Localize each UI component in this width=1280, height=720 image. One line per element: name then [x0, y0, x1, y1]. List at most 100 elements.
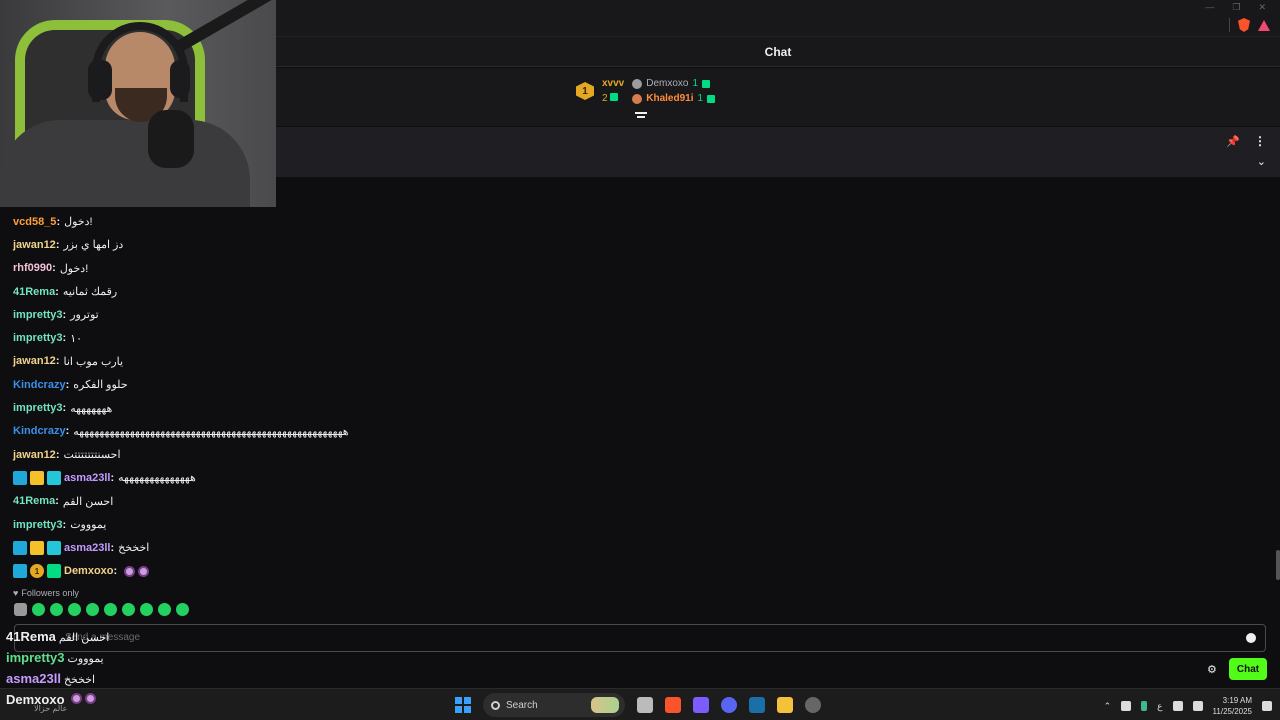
brave-browser-icon[interactable] — [665, 697, 681, 713]
clock[interactable]: 3:19 AM 11/25/2025 — [1213, 695, 1252, 717]
clock-date: 11/25/2025 — [1212, 707, 1252, 716]
minimize-button[interactable]: — — [1205, 2, 1214, 13]
chat-separator: : — [62, 402, 67, 415]
pin-icon[interactable]: 📌 — [1226, 135, 1240, 148]
leaderboard-count: 1 — [692, 78, 699, 89]
language-indicator[interactable]: ع — [1157, 701, 1162, 712]
leaderboard-first-name[interactable]: xvvv — [602, 76, 624, 91]
chat-message: 1 Demxoxo: — [13, 559, 713, 582]
emote-icon[interactable] — [14, 603, 27, 616]
chat-username[interactable]: impretty3 — [13, 402, 63, 414]
chat-username[interactable]: impretty3 — [13, 519, 63, 531]
leaderboard-row[interactable]: Khaled91i 1 — [632, 91, 716, 106]
brave-shield-icon[interactable] — [1238, 18, 1250, 32]
chat-separator: : — [65, 425, 70, 438]
emote-icon[interactable] — [140, 603, 153, 616]
emote-icon[interactable] — [176, 603, 189, 616]
chat-text: احسن القم — [62, 495, 114, 508]
chat-username[interactable]: 41Rema — [13, 286, 55, 298]
vip-badge-icon — [47, 470, 61, 485]
gift-icon — [702, 79, 711, 88]
emote-icon[interactable] — [50, 603, 63, 616]
heart-icon: ♥ — [13, 588, 19, 598]
emote-icon[interactable] — [122, 603, 135, 616]
emote-icon[interactable] — [32, 603, 45, 616]
chat-separator: : — [55, 448, 60, 461]
chat-username[interactable]: jawan12 — [13, 355, 56, 367]
emote-icon — [124, 565, 136, 577]
chat-scrollbar[interactable] — [1276, 550, 1280, 580]
discord-icon[interactable] — [721, 697, 737, 713]
emote-icon[interactable] — [86, 603, 99, 616]
close-button[interactable]: ✕ — [1258, 2, 1266, 13]
obs-icon[interactable] — [805, 697, 821, 713]
microphone — [148, 110, 194, 168]
chat-username[interactable]: impretty3 — [13, 309, 63, 321]
gear-icon[interactable]: ⚙ — [1207, 663, 1217, 676]
cloud-icon[interactable] — [1121, 701, 1132, 711]
overlay-user: 41Rema — [6, 629, 56, 644]
chat-text: دخول! — [64, 216, 93, 229]
followers-only-notice: ♥ Followers only — [13, 588, 79, 598]
chat-text: يموووت — [70, 519, 107, 531]
chevron-down-icon[interactable]: ⌄ — [1257, 155, 1266, 168]
chat-username[interactable]: rhf0990 — [13, 262, 52, 274]
webcam-feed — [0, 0, 276, 207]
chat-message: jawan12: احسنتتتتتتتت — [13, 443, 713, 466]
steam-icon[interactable] — [749, 697, 765, 713]
taskbar-search[interactable]: Search — [483, 693, 625, 717]
chat-message: impretty3: يموووت — [13, 513, 713, 536]
send-chat-button[interactable]: Chat — [1229, 658, 1267, 680]
maximize-button[interactable]: ❐ — [1232, 2, 1240, 13]
chat-message: jawan12: يارب موب انا — [13, 350, 713, 373]
followers-only-label: Followers only — [21, 588, 79, 598]
leaderboard-name: Demxoxo — [646, 78, 689, 89]
emote-icon — [85, 693, 97, 704]
file-explorer-icon[interactable] — [777, 697, 793, 713]
chat-username[interactable]: asma23ll — [64, 542, 110, 554]
chat-username[interactable]: jawan12 — [13, 239, 56, 251]
windows-start-icon[interactable] — [455, 697, 471, 713]
chat-message: 41Rema: رقمك ثمانيه — [13, 280, 713, 303]
chat-username[interactable]: Kindcrazy — [13, 425, 66, 437]
chat-input[interactable]: Send a message — [14, 624, 1266, 652]
network-icon[interactable] — [1172, 701, 1183, 711]
leaderboard-row[interactable]: Demxoxo 1 — [632, 76, 715, 91]
chat-username[interactable]: asma23ll — [64, 472, 110, 484]
chat-username[interactable]: jawan12 — [13, 449, 56, 461]
first-place-medal-icon: 1 — [576, 82, 594, 100]
emote-icon[interactable] — [68, 603, 81, 616]
gift-leaderboard: 1 xvvv 2 Demxoxo 1 Khaled91i 1 — [276, 68, 1280, 126]
app-icon[interactable] — [693, 697, 709, 713]
volume-icon[interactable] — [1192, 701, 1203, 711]
collapse-leaderboard-icon[interactable] — [635, 112, 647, 122]
emote-icon[interactable] — [158, 603, 171, 616]
chat-separator: : — [55, 285, 59, 298]
emote-icon — [71, 693, 83, 704]
chat-username[interactable]: 41Rema — [13, 495, 55, 507]
task-view-icon[interactable] — [637, 697, 653, 713]
chat-username[interactable]: Kindcrazy — [13, 379, 66, 391]
search-highlight-image — [591, 697, 619, 713]
chat-username[interactable]: impretty3 — [13, 332, 63, 344]
chat-separator: : — [110, 541, 115, 554]
window-controls: — ❐ ✕ — [1205, 2, 1266, 13]
chat-username[interactable]: vcd58_5 — [13, 216, 56, 228]
gift-badge-icon — [47, 564, 61, 579]
overlay-chat-line: asma23ll اخخخخ — [6, 671, 95, 686]
search-label: Search — [506, 699, 538, 711]
overlay-user: impretty3 — [6, 650, 65, 665]
clock-time: 3:19 AM — [1222, 696, 1252, 705]
chat-text: حلوو الفكره — [73, 379, 128, 392]
mic-icon[interactable] — [1141, 701, 1148, 711]
mod-badge-icon — [13, 470, 27, 485]
chat-separator: : — [62, 332, 67, 345]
notification-icon[interactable] — [1262, 701, 1272, 711]
chevron-up-icon[interactable]: ⌃ — [1104, 701, 1112, 712]
emote-icon[interactable] — [104, 603, 117, 616]
emoji-picker-icon[interactable] — [1246, 633, 1256, 643]
brave-rewards-icon[interactable] — [1258, 19, 1270, 31]
chat-username[interactable]: Demxoxo — [64, 565, 114, 577]
chat-separator: : — [62, 518, 67, 531]
more-options-icon[interactable]: ⋮ — [1254, 134, 1266, 148]
